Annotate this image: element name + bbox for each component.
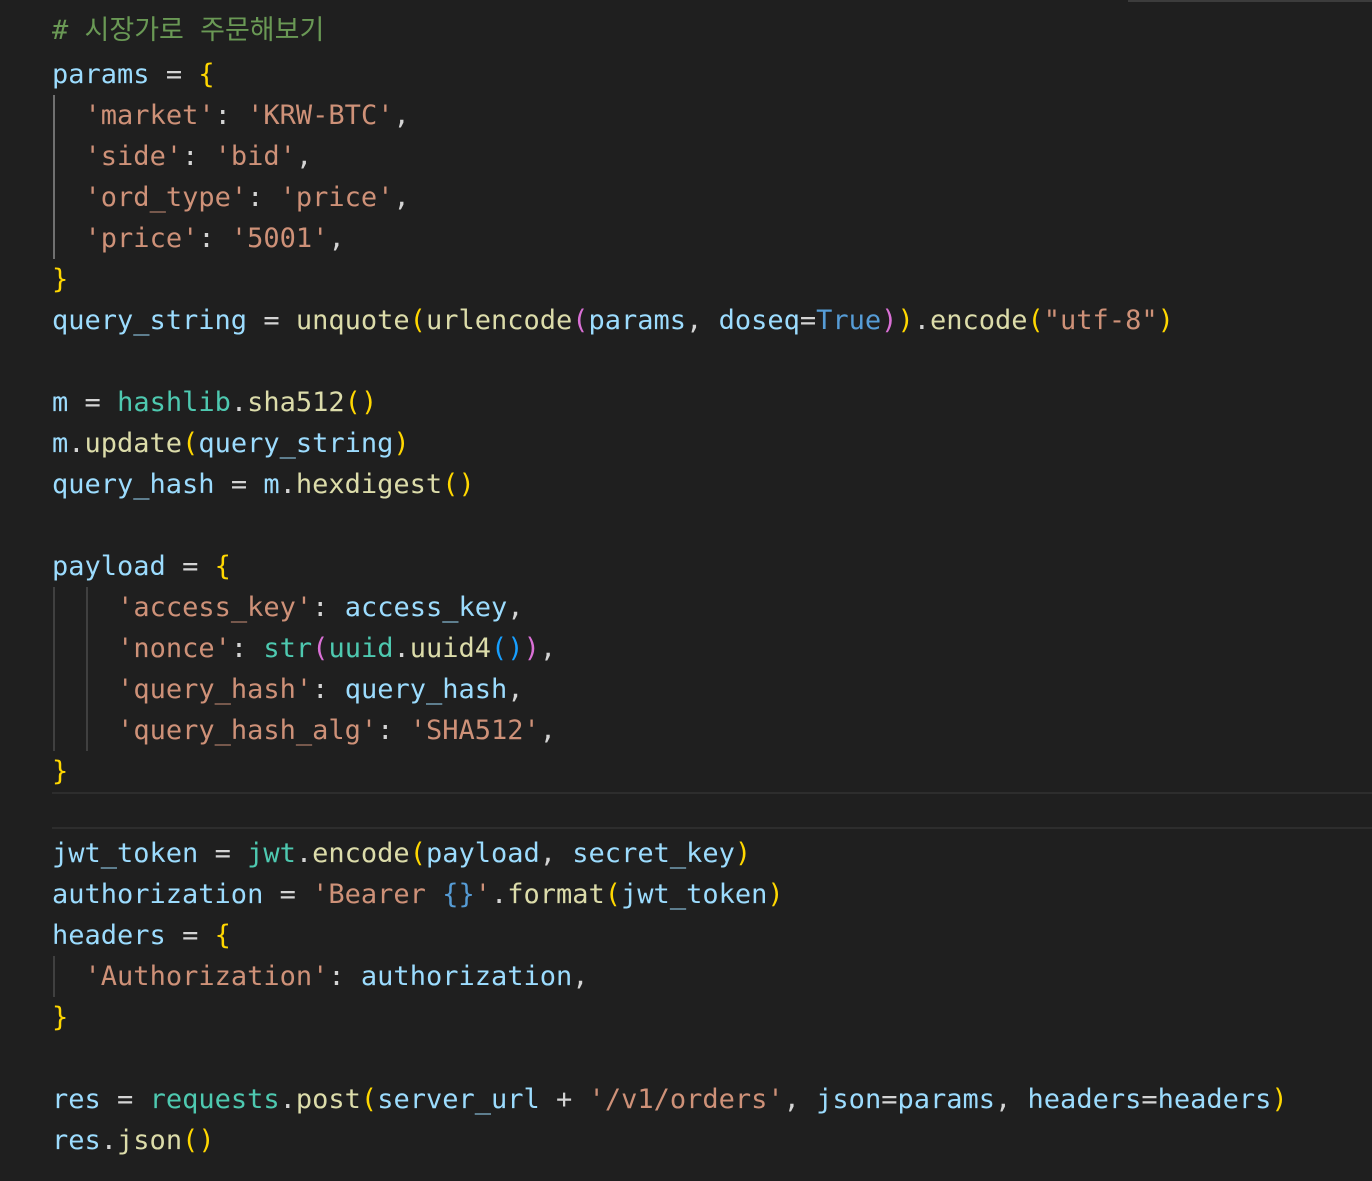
current-line-highlight: [52, 792, 1372, 829]
code-editor[interactable]: # 시장가로 주문해보기 params = { 'market': 'KRW-B…: [0, 0, 1372, 1181]
code-line-11[interactable]: m.update(query_string): [52, 423, 410, 464]
code-line-2[interactable]: params = {: [52, 54, 215, 95]
code-line-8[interactable]: query_string = unquote(urlencode(params,…: [52, 300, 1174, 341]
code-line-22[interactable]: authorization = 'Bearer {}'.format(jwt_t…: [52, 874, 784, 915]
code-line-1[interactable]: # 시장가로 주문해보기: [52, 10, 324, 51]
code-line-3[interactable]: 'market': 'KRW-BTC',: [52, 95, 410, 136]
code-line-15[interactable]: 'access_key': access_key,: [52, 587, 523, 628]
code-line-24[interactable]: 'Authorization': authorization,: [52, 956, 589, 997]
code-line-5[interactable]: 'ord_type': 'price',: [52, 177, 410, 218]
code-line-7[interactable]: }: [52, 259, 68, 300]
code-line-6[interactable]: 'price': '5001',: [52, 218, 345, 259]
code-line-10[interactable]: m = hashlib.sha512(): [52, 382, 377, 423]
code-line-12[interactable]: query_hash = m.hexdigest(): [52, 464, 475, 505]
code-line-28[interactable]: res.json(): [52, 1120, 215, 1161]
code-line-17[interactable]: 'query_hash': query_hash,: [52, 669, 523, 710]
code-line-14[interactable]: payload = {: [52, 546, 231, 587]
code-line-21[interactable]: jwt_token = jwt.encode(payload, secret_k…: [52, 833, 751, 874]
editor-top-border: [1128, 0, 1372, 2]
code-line-19[interactable]: }: [52, 751, 68, 792]
code-line-25[interactable]: }: [52, 997, 68, 1038]
code-line-18[interactable]: 'query_hash_alg': 'SHA512',: [52, 710, 556, 751]
code-line-23[interactable]: headers = {: [52, 915, 231, 956]
code-line-27[interactable]: res = requests.post(server_url + '/v1/or…: [52, 1079, 1288, 1120]
code-line-4[interactable]: 'side': 'bid',: [52, 136, 313, 177]
code-line-16[interactable]: 'nonce': str(uuid.uuid4()),: [52, 628, 556, 669]
